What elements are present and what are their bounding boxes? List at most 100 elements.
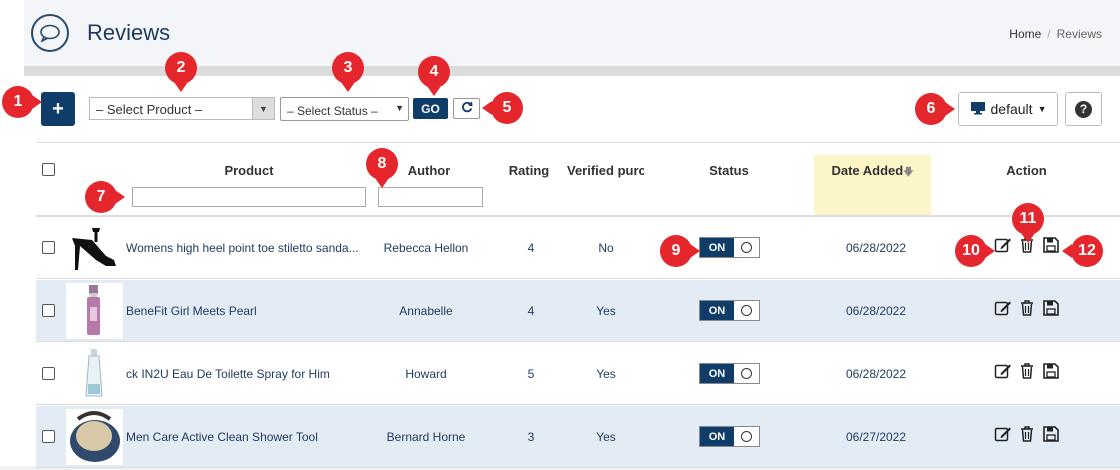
rating-value: 4	[527, 304, 535, 318]
toggle-knob	[741, 242, 752, 253]
trash-icon[interactable]	[1018, 425, 1036, 443]
row-checkbox[interactable]	[42, 304, 55, 317]
save-icon[interactable]	[1042, 425, 1060, 443]
toggle-knob	[741, 305, 752, 316]
help-icon: ?	[1075, 100, 1092, 118]
breadcrumb-home[interactable]: Home	[1009, 27, 1041, 41]
date-added: 06/27/2022	[845, 430, 907, 444]
column-verified[interactable]: Verified purc	[567, 163, 644, 178]
page-title: Reviews	[87, 20, 171, 45]
status-toggle[interactable]: ON	[699, 237, 760, 258]
plus-icon: +	[52, 97, 64, 120]
author-name: Howard	[405, 367, 447, 381]
callout-12: 12	[1071, 235, 1103, 267]
callout-11: 11	[1012, 203, 1044, 235]
product-select-value: – Select Product –	[96, 102, 203, 117]
column-product[interactable]: Product	[209, 163, 289, 178]
callout-pointer	[482, 101, 492, 115]
column-status[interactable]: Status	[699, 163, 759, 178]
status-toggle[interactable]: ON	[699, 363, 760, 384]
chevron-down-icon: ▼	[252, 98, 274, 119]
chat-icon	[31, 14, 69, 52]
save-icon[interactable]	[1042, 299, 1060, 317]
date-added: 06/28/2022	[845, 304, 907, 318]
status-toggle[interactable]: ON	[699, 426, 760, 447]
toggle-on-label: ON	[700, 301, 734, 320]
save-icon[interactable]	[1042, 236, 1060, 254]
date-added: 06/28/2022	[845, 367, 907, 381]
product-thumbnail	[66, 283, 123, 339]
edit-icon[interactable]	[994, 425, 1012, 443]
breadcrumb-separator: /	[1047, 27, 1051, 41]
row-actions	[994, 425, 1060, 443]
callout-5: 5	[491, 92, 523, 124]
date-added: 06/28/2022	[845, 241, 907, 255]
product-name[interactable]: Womens high heel point toe stiletto sand…	[126, 241, 366, 255]
rating-value: 5	[527, 367, 535, 381]
product-name[interactable]: ck IN2U Eau De Toilette Spray for Him	[126, 367, 366, 381]
help-button[interactable]: ?	[1065, 92, 1102, 126]
toggle-on-label: ON	[700, 238, 734, 257]
trash-icon[interactable]	[1018, 362, 1036, 380]
row-actions	[994, 362, 1060, 380]
product-name[interactable]: BeneFit Girl Meets Pearl	[126, 304, 366, 318]
column-author[interactable]: Author	[389, 163, 469, 178]
callout-pointer	[1021, 233, 1035, 243]
row-checkbox[interactable]	[42, 241, 55, 254]
product-filter-input[interactable]	[132, 187, 366, 207]
callout-pointer	[32, 95, 42, 109]
product-select[interactable]: – Select Product – ▼	[89, 97, 275, 120]
add-review-button[interactable]: +	[41, 92, 75, 126]
callout-6: 6	[915, 93, 947, 125]
callout-4: 4	[418, 56, 450, 88]
column-rating[interactable]: Rating	[504, 163, 554, 178]
callout-9: 9	[660, 235, 692, 267]
column-date-added[interactable]: Date Added🡇	[814, 155, 931, 215]
toggle-on-label: ON	[700, 427, 734, 446]
callout-3: 3	[332, 52, 364, 84]
go-button[interactable]: GO	[413, 98, 448, 119]
author-filter-input[interactable]	[378, 187, 483, 207]
product-thumbnail	[66, 346, 123, 402]
edit-icon[interactable]	[994, 362, 1012, 380]
view-select-label: default	[990, 101, 1033, 117]
status-toggle[interactable]: ON	[699, 300, 760, 321]
verified-value: Yes	[596, 367, 616, 381]
select-all-checkbox[interactable]	[42, 163, 55, 176]
toolbar-divider	[36, 142, 1120, 143]
edit-icon[interactable]	[994, 236, 1012, 254]
caret-down-icon: ▼	[1037, 104, 1047, 114]
status-select[interactable]: – Select Status – ▼	[280, 97, 409, 121]
callout-8: 8	[366, 148, 398, 180]
table-row: ck IN2U Eau De Toilette Spray for Him Ho…	[36, 343, 1120, 405]
callout-pointer	[174, 82, 188, 92]
trash-icon[interactable]	[1018, 299, 1036, 317]
view-select-button[interactable]: default ▼	[958, 92, 1058, 126]
callout-pointer	[427, 86, 441, 96]
chevron-down-icon: ▼	[395, 103, 404, 113]
product-name[interactable]: Men Care Active Clean Shower Tool	[126, 430, 366, 444]
verified-value: Yes	[596, 304, 616, 318]
author-name: Annabelle	[399, 304, 453, 318]
column-action: Action	[1006, 163, 1047, 178]
status-select-value: – Select Status –	[287, 104, 378, 118]
table-row: Men Care Active Clean Shower Tool Bernar…	[36, 406, 1120, 468]
row-checkbox[interactable]	[42, 367, 55, 380]
table-row: BeneFit Girl Meets Pearl Annabelle 4 Yes…	[36, 280, 1120, 342]
refresh-icon	[461, 101, 473, 116]
callout-pointer	[690, 244, 700, 258]
product-thumbnail	[66, 409, 123, 465]
monitor-icon	[970, 101, 986, 118]
left-strip	[0, 0, 24, 466]
edit-icon[interactable]	[994, 299, 1012, 317]
callout-pointer	[985, 244, 995, 258]
row-checkbox[interactable]	[42, 430, 55, 443]
callout-pointer	[945, 102, 955, 116]
callout-7: 7	[85, 181, 117, 213]
callout-pointer	[115, 190, 125, 204]
reviews-panel: + – Select Product – ▼ – Select Status –…	[24, 76, 1120, 468]
row-actions	[994, 299, 1060, 317]
refresh-button[interactable]	[453, 98, 480, 119]
callout-pointer	[1062, 244, 1072, 258]
save-icon[interactable]	[1042, 362, 1060, 380]
